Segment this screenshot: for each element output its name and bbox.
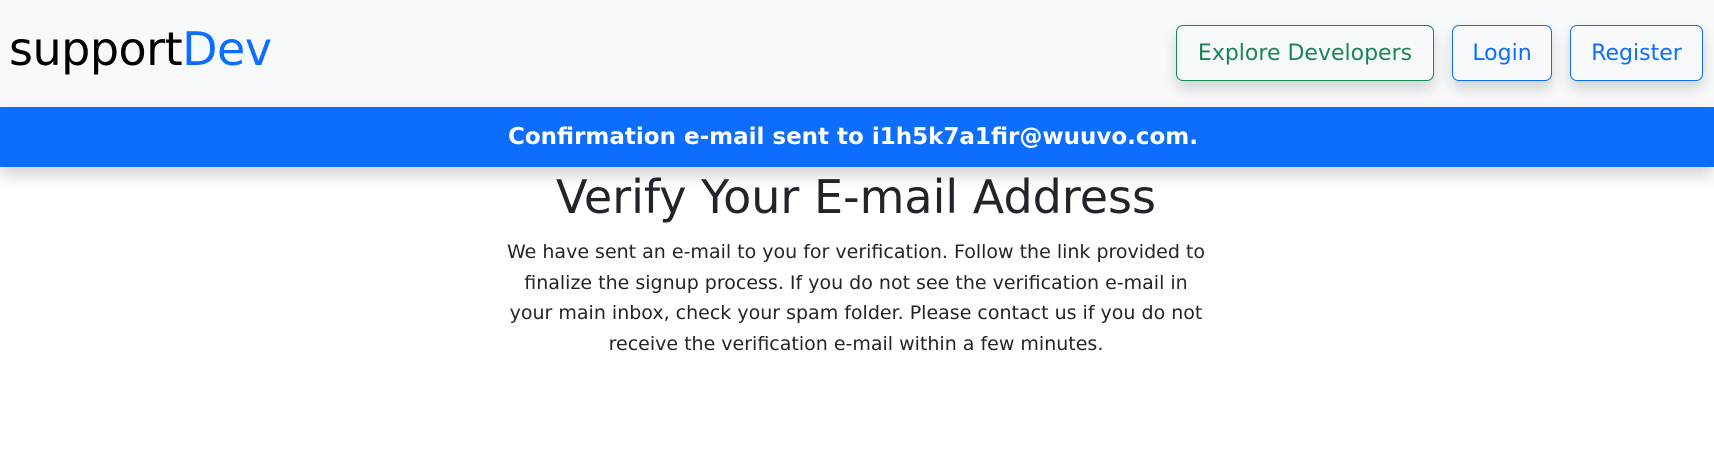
main-content: Verify Your E-mail Address We have sent … — [0, 167, 1714, 359]
confirmation-alert-message: Confirmation e-mail sent to i1h5k7a1fir@… — [507, 124, 1198, 150]
register-button[interactable]: Register — [1570, 25, 1703, 81]
confirmation-alert: Confirmation e-mail sent to i1h5k7a1fir@… — [0, 107, 1714, 167]
navbar: supportDev Explore Developers Login Regi… — [0, 0, 1714, 107]
page-title: Verify Your E-mail Address — [556, 170, 1156, 224]
brand-accent: Dev — [182, 22, 272, 76]
brand-prefix: support — [9, 22, 183, 76]
explore-developers-button[interactable]: Explore Developers — [1176, 25, 1434, 81]
login-button[interactable]: Login — [1452, 25, 1552, 81]
brand-logo-link[interactable]: supportDev — [9, 22, 272, 76]
verification-instructions: We have sent an e-mail to you for verifi… — [506, 241, 1205, 355]
